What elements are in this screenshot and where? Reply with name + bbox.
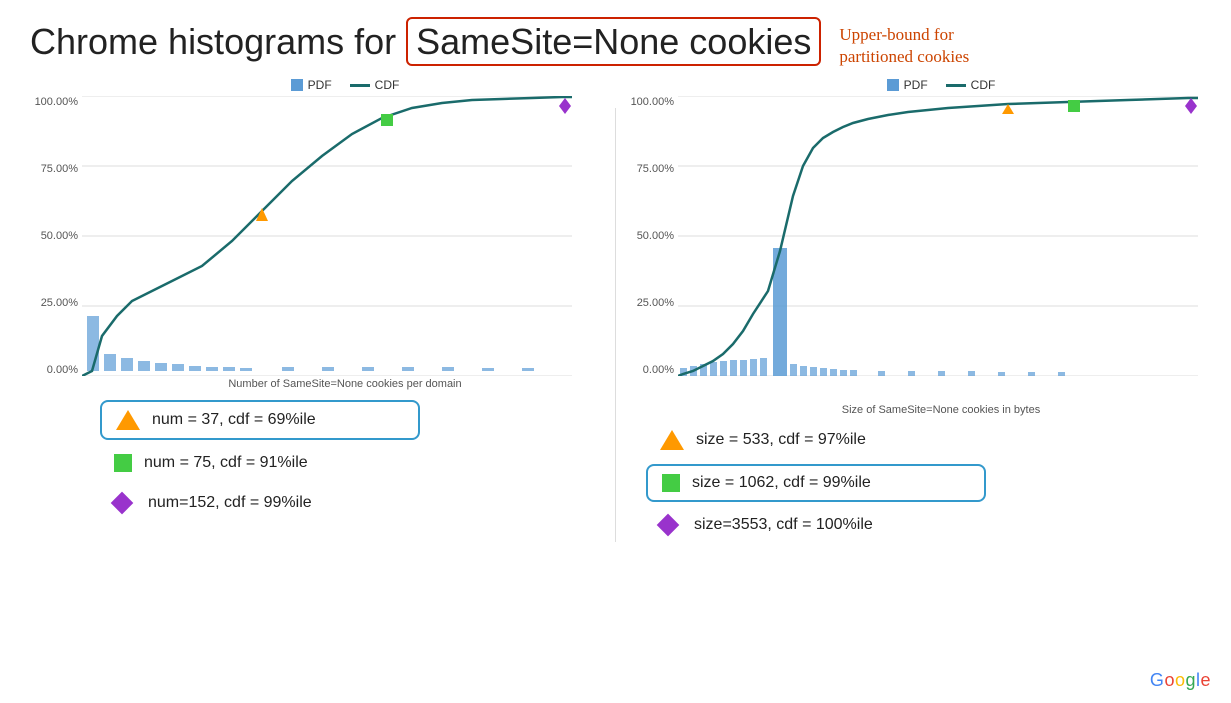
left-info-text-2: num = 75, cdf = 91%ile: [144, 454, 308, 472]
right-info-box-2: size = 1062, cdf = 99%ile: [646, 464, 986, 502]
right-legend: PDF CDF: [681, 78, 1201, 92]
right-y-axis: 100.00% 75.00% 50.00% 25.00% 0.00%: [626, 96, 678, 376]
left-info-text-3: num=152, cdf = 99%ile: [148, 494, 312, 512]
title-prefix: Chrome histograms for: [30, 21, 396, 62]
chart-right: PDF CDF 100.00% 75.00% 50.00% 25.00% 0.0…: [626, 78, 1201, 542]
triangle-marker-1: [116, 410, 140, 430]
page: Chrome histograms for SameSite=None cook…: [0, 0, 1231, 703]
left-info-box-3: num=152, cdf = 99%ile: [100, 486, 420, 520]
charts-row: PDF CDF 100.00% 75.00% 50.00% 25.00% 0.0…: [30, 78, 1201, 542]
annotation: Upper-bound for partitioned cookies: [839, 24, 969, 68]
pdf-icon-right: [887, 79, 899, 91]
triangle-marker-r1: [660, 430, 684, 450]
right-chart-label: Size of SameSite=None cookies in bytes: [681, 404, 1201, 416]
cdf-icon-left: [350, 84, 370, 87]
pdf-legend-right: PDF: [887, 78, 928, 92]
diamond-marker-3: [111, 492, 134, 515]
left-info-section: num = 37, cdf = 69%ile num = 75, cdf = 9…: [100, 400, 605, 520]
chart-left: PDF CDF 100.00% 75.00% 50.00% 25.00% 0.0…: [30, 78, 605, 542]
right-info-section: size = 533, cdf = 97%ile size = 1062, cd…: [646, 422, 1201, 542]
left-chart-svg: [82, 96, 572, 376]
square-marker-2: [114, 454, 132, 472]
pdf-legend-left: PDF: [291, 78, 332, 92]
right-info-box-1: size = 533, cdf = 97%ile: [646, 422, 986, 458]
header: Chrome histograms for SameSite=None cook…: [30, 20, 1201, 68]
title-highlight: SameSite=None cookies: [406, 17, 821, 66]
vertical-divider: [615, 108, 616, 542]
google-logo: Google: [1150, 670, 1211, 691]
left-info-text-1: num = 37, cdf = 69%ile: [152, 411, 316, 429]
right-info-text-1: size = 533, cdf = 97%ile: [696, 431, 866, 449]
right-info-box-3: size=3553, cdf = 100%ile: [646, 508, 986, 542]
right-info-text-2: size = 1062, cdf = 99%ile: [692, 474, 871, 492]
right-info-text-3: size=3553, cdf = 100%ile: [694, 516, 873, 534]
main-title: Chrome histograms for SameSite=None cook…: [30, 20, 821, 63]
pdf-icon-left: [291, 79, 303, 91]
left-legend: PDF CDF: [85, 78, 605, 92]
diamond-marker-r3: [657, 514, 680, 537]
square-marker-r2: [662, 474, 680, 492]
cdf-legend-left: CDF: [350, 78, 400, 92]
cdf-icon-right: [946, 84, 966, 87]
right-chart-svg: 1 3 5 7 10 14 20 29 40 57 81 114 160 226…: [678, 96, 1198, 376]
left-info-box-1: num = 37, cdf = 69%ile: [100, 400, 420, 440]
cdf-legend-right: CDF: [946, 78, 996, 92]
left-y-axis: 100.00% 75.00% 50.00% 25.00% 0.00%: [30, 96, 82, 376]
left-chart-label: Number of SameSite=None cookies per doma…: [85, 378, 605, 390]
left-info-box-2: num = 75, cdf = 91%ile: [100, 446, 420, 480]
